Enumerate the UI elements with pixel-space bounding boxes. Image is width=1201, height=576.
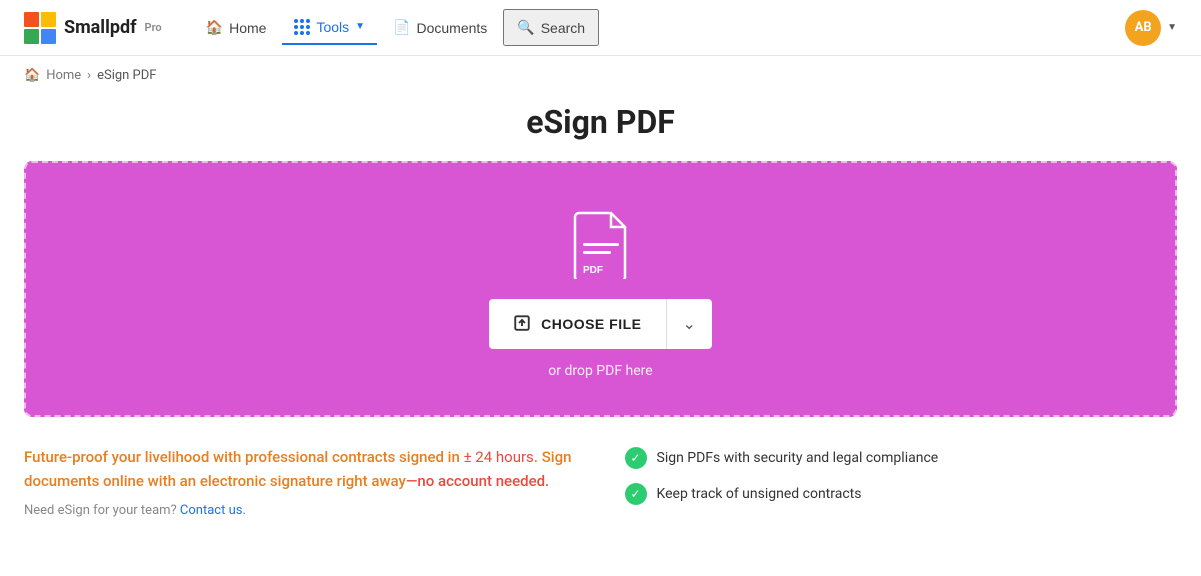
nav-links: 🏠 Home Tools ▼ 📄 Documents 🔍 Search: [194, 9, 1125, 46]
drop-zone-wrapper: PDF CHOOSE FILE ⌄ or drop PDF here: [0, 161, 1201, 417]
grid-icon: [294, 19, 310, 35]
info-section: Future-proof your livelihood with profes…: [0, 445, 1201, 542]
logo-text: Smallpdf: [64, 17, 137, 38]
info-right: ✓ Sign PDFs with security and legal comp…: [625, 445, 1178, 505]
document-icon: 📄: [393, 19, 410, 36]
breadcrumb-home-link[interactable]: Home: [46, 68, 81, 83]
nav-documents[interactable]: 📄 Documents: [381, 11, 499, 44]
breadcrumb-separator: ›: [87, 68, 91, 83]
breadcrumb: 🏠 Home › eSign PDF: [0, 56, 1201, 95]
feature-text-0: Sign PDFs with security and legal compli…: [657, 450, 939, 466]
breadcrumb-current: eSign PDF: [97, 68, 156, 83]
navbar: Smallpdf Pro 🏠 Home Tools ▼ 📄 Documents …: [0, 0, 1201, 56]
choose-file-dropdown-button[interactable]: ⌄: [667, 299, 712, 349]
contact-link[interactable]: Contact us.: [180, 503, 246, 518]
home-icon: 🏠: [206, 19, 223, 36]
info-left: Future-proof your livelihood with profes…: [24, 445, 625, 518]
user-avatar[interactable]: AB: [1125, 10, 1161, 46]
nav-home[interactable]: 🏠 Home: [194, 11, 279, 44]
home-icon-small: 🏠: [24, 68, 40, 83]
info-description: Future-proof your livelihood with profes…: [24, 445, 577, 493]
nav-tools[interactable]: Tools ▼: [282, 11, 377, 45]
drop-zone[interactable]: PDF CHOOSE FILE ⌄ or drop PDF here: [24, 161, 1177, 417]
logo[interactable]: Smallpdf Pro: [24, 12, 162, 44]
upload-icon: [513, 314, 531, 335]
feature-item-1: ✓ Keep track of unsigned contracts: [625, 483, 1178, 505]
drop-hint: or drop PDF here: [548, 363, 652, 379]
check-icon-1: ✓: [625, 483, 647, 505]
chevron-down-icon: ⌄: [683, 314, 696, 334]
feature-text-1: Keep track of unsigned contracts: [657, 486, 862, 502]
nav-search[interactable]: 🔍 Search: [503, 9, 599, 46]
search-icon: 🔍: [517, 19, 534, 36]
need-esign-text: Need eSign for your team? Contact us.: [24, 503, 577, 518]
choose-file-row: CHOOSE FILE ⌄: [489, 299, 712, 349]
page-title: eSign PDF: [0, 95, 1201, 161]
logo-pro: Pro: [145, 21, 162, 34]
feature-item-0: ✓ Sign PDFs with security and legal comp…: [625, 447, 1178, 469]
avatar-chevron-icon: ▼: [1167, 22, 1177, 33]
logo-icon: [24, 12, 56, 44]
check-icon-0: ✓: [625, 447, 647, 469]
choose-file-button[interactable]: CHOOSE FILE: [489, 299, 665, 349]
tools-dropdown-icon: ▼: [355, 21, 365, 32]
svg-text:PDF: PDF: [583, 265, 603, 276]
pdf-file-icon: PDF: [573, 211, 629, 283]
